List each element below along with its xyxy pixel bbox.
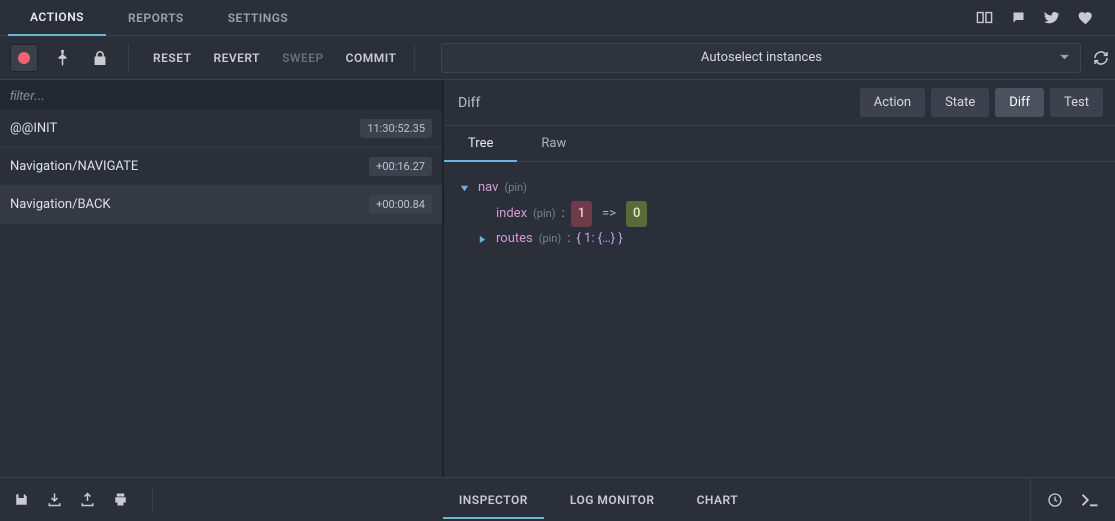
bottom-tab-log-monitor[interactable]: LOG MONITOR xyxy=(554,481,671,519)
panel-tab-state[interactable]: State xyxy=(931,88,989,117)
tab-reports[interactable]: REPORTS xyxy=(106,0,206,36)
action-name: @@INIT xyxy=(10,121,57,136)
lock-icon[interactable] xyxy=(86,50,114,66)
instance-label: Autoselect instances xyxy=(701,50,822,65)
action-row[interactable]: Navigation/BACK +00:00.84 xyxy=(0,186,442,224)
tree-summary: { 1: {…} } xyxy=(576,227,622,252)
chat-icon[interactable] xyxy=(1011,10,1026,25)
bottom-left-icons xyxy=(0,487,167,513)
panel-title: Diff xyxy=(456,95,480,111)
filter-input[interactable] xyxy=(0,80,442,110)
expand-icon[interactable] xyxy=(478,235,490,244)
bottom-bar: INSPECTOR LOG MONITOR CHART xyxy=(0,477,1115,521)
diff-arrow: => xyxy=(598,202,620,227)
pin-icon[interactable] xyxy=(48,50,76,66)
twitter-icon[interactable] xyxy=(1044,11,1060,25)
separator xyxy=(128,44,129,72)
tree-key: index xyxy=(496,202,527,227)
record-button[interactable] xyxy=(10,44,38,72)
subtab-tree[interactable]: Tree xyxy=(444,136,517,161)
top-icon-bar xyxy=(976,10,1107,25)
record-icon xyxy=(18,52,30,64)
top-tab-bar: ACTIONS REPORTS SETTINGS xyxy=(0,0,1115,36)
heart-icon[interactable] xyxy=(1078,11,1093,25)
action-time: +00:16.27 xyxy=(369,157,432,176)
toolbar-right: Autoselect instances xyxy=(429,36,1115,79)
book-icon[interactable] xyxy=(976,10,993,25)
toolbar-left: RESET REVERT SWEEP COMMIT xyxy=(0,36,429,79)
reset-button[interactable]: RESET xyxy=(149,45,195,71)
sync-icon[interactable] xyxy=(1093,50,1109,66)
pin-label[interactable]: (pin) xyxy=(504,178,527,199)
panel-tab-bar: Action State Diff Test xyxy=(860,88,1103,117)
separator xyxy=(414,44,415,72)
subtab-raw[interactable]: Raw xyxy=(517,136,590,161)
action-row[interactable]: @@INIT 11:30:52.35 xyxy=(0,110,442,148)
clock-icon[interactable] xyxy=(1047,492,1063,508)
tree-area: nav (pin) index (pin): 1 => 0 routes (pi… xyxy=(444,162,1115,477)
action-list-pane: @@INIT 11:30:52.35 Navigation/NAVIGATE +… xyxy=(0,80,444,477)
pin-label[interactable]: (pin) xyxy=(533,204,556,225)
print-icon[interactable] xyxy=(113,492,128,507)
bottom-tab-chart[interactable]: CHART xyxy=(681,481,755,519)
bottom-tab-inspector[interactable]: INSPECTOR xyxy=(443,481,544,519)
colon: : xyxy=(562,202,565,227)
panel-header: Diff Action State Diff Test xyxy=(444,80,1115,126)
tab-settings[interactable]: SETTINGS xyxy=(206,0,311,36)
diff-old-value: 1 xyxy=(571,201,592,228)
tree-key: nav xyxy=(478,176,498,201)
panel-tab-diff[interactable]: Diff xyxy=(995,88,1044,117)
details-pane: Diff Action State Diff Test Tree Raw nav… xyxy=(444,80,1115,477)
bottom-right-icons xyxy=(1030,478,1115,521)
separator xyxy=(152,487,153,513)
commit-button[interactable]: COMMIT xyxy=(342,45,401,71)
chevron-down-icon xyxy=(1059,54,1070,61)
save-icon[interactable] xyxy=(14,492,29,507)
action-name: Navigation/BACK xyxy=(10,197,111,212)
toolbar-actions: RESET REVERT SWEEP COMMIT xyxy=(143,45,400,71)
export-icon[interactable] xyxy=(47,492,62,507)
tree-node-nav[interactable]: nav (pin) xyxy=(460,176,1099,201)
main-area: @@INIT 11:30:52.35 Navigation/NAVIGATE +… xyxy=(0,80,1115,477)
action-row[interactable]: Navigation/NAVIGATE +00:16.27 xyxy=(0,148,442,186)
toolbar: RESET REVERT SWEEP COMMIT Autoselect ins… xyxy=(0,36,1115,80)
panel-tab-test[interactable]: Test xyxy=(1050,88,1103,117)
action-time: 11:30:52.35 xyxy=(360,119,432,138)
action-time: +00:00.84 xyxy=(369,195,432,214)
import-icon[interactable] xyxy=(80,492,95,507)
revert-button[interactable]: REVERT xyxy=(209,45,264,71)
panel-subtabs: Tree Raw xyxy=(444,126,1115,162)
tree-node-routes[interactable]: routes (pin): { 1: {…} } xyxy=(460,227,1099,252)
tree-key: routes xyxy=(496,227,533,252)
tab-actions[interactable]: ACTIONS xyxy=(8,0,106,36)
tree-node-index[interactable]: index (pin): 1 => 0 xyxy=(460,201,1099,228)
panel-tab-action[interactable]: Action xyxy=(860,88,925,117)
diff-new-value: 0 xyxy=(626,201,647,228)
action-name: Navigation/NAVIGATE xyxy=(10,159,138,174)
sweep-button[interactable]: SWEEP xyxy=(278,45,328,71)
collapse-icon[interactable] xyxy=(460,184,472,193)
bottom-tab-bar: INSPECTOR LOG MONITOR CHART xyxy=(167,481,1030,519)
console-icon[interactable] xyxy=(1081,493,1099,507)
colon: : xyxy=(567,227,570,252)
action-list: @@INIT 11:30:52.35 Navigation/NAVIGATE +… xyxy=(0,110,442,477)
pin-label[interactable]: (pin) xyxy=(539,229,562,250)
instance-selector[interactable]: Autoselect instances xyxy=(441,43,1081,73)
